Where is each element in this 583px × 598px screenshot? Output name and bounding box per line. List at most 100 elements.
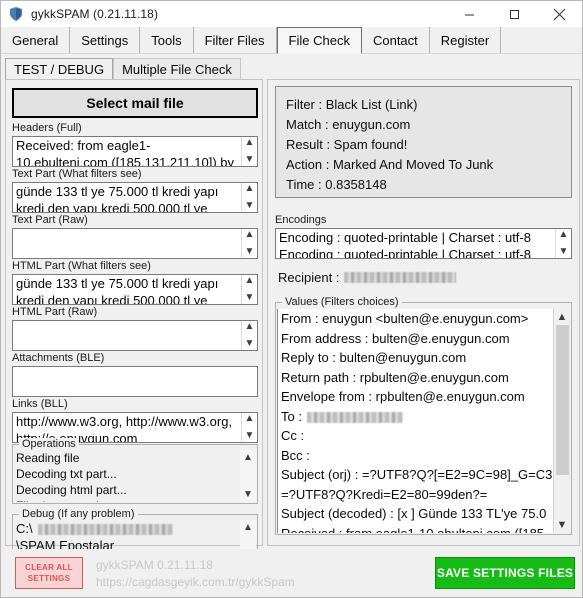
tab-filter-files-label: Filter Files xyxy=(204,32,265,48)
minimize-icon[interactable] xyxy=(447,1,492,27)
title-bar: gykkSPAM (0.21.11.18) xyxy=(1,1,582,27)
save-settings-files-button[interactable]: SAVE SETTINGS FILES xyxy=(435,557,575,589)
values-line: Return path : rpbulten@e.enuygun.com xyxy=(281,369,509,385)
scroll-down-icon[interactable]: ▼ xyxy=(245,339,255,349)
tab-contact[interactable]: Contact xyxy=(362,27,430,53)
clear-all-settings-button[interactable]: CLEAR ALL SETTINGS xyxy=(15,557,83,589)
scroll-up-icon[interactable]: ▲ xyxy=(245,184,255,194)
scroll-down-icon[interactable]: ▼ xyxy=(245,431,255,441)
encodings-field: Encodings Encoding : quoted-printable | … xyxy=(275,214,572,259)
select-mail-file-button[interactable]: Select mail file xyxy=(12,88,258,118)
tab-filter-files[interactable]: Filter Files xyxy=(194,27,277,53)
scroll-down-icon[interactable]: ▼ xyxy=(559,247,569,257)
field-text-part-raw-box[interactable]: ▲ ▼ xyxy=(12,228,258,259)
field-headers-full-box[interactable]: Received: from eagle1- 10.ebulteni.com (… xyxy=(12,136,258,167)
tab-tools-label: Tools xyxy=(151,32,182,48)
tab-general[interactable]: General xyxy=(1,27,71,53)
close-icon[interactable] xyxy=(537,1,582,27)
redacted-path xyxy=(37,524,173,536)
field-text-part-raw-scrollbar[interactable]: ▲ ▼ xyxy=(241,229,257,258)
field-attachments-ble-label: Attachments (BLE) xyxy=(12,352,105,364)
tab-strip-filler xyxy=(501,27,582,53)
encodings-text: Encoding : quoted-printable | Charset : … xyxy=(279,230,531,259)
field-text-part-filters-scrollbar[interactable]: ▲ ▼ xyxy=(241,183,257,212)
result-filter: Filter : Black List (Link) xyxy=(286,97,418,112)
scroll-down-icon[interactable]: ▼ xyxy=(245,155,255,165)
field-html-part-raw-box[interactable]: ▲ ▼ xyxy=(12,320,258,351)
debug-legend: Debug (If any problem) xyxy=(19,508,138,520)
tab-general-label: General xyxy=(12,32,59,48)
scroll-up-icon[interactable]: ▲ xyxy=(243,452,253,463)
field-html-part-filters-label: HTML Part (What filters see) xyxy=(12,260,151,272)
field-links-bll-scrollbar[interactable]: ▲ ▼ xyxy=(241,413,257,442)
field-headers-full: Headers (Full) Received: from eagle1- 10… xyxy=(12,122,258,167)
scroll-up-icon[interactable]: ▲ xyxy=(245,414,255,424)
field-html-part-filters-text: günde 133 tl ye 75.000 tl kredi yapı kre… xyxy=(16,276,219,305)
scroll-down-icon[interactable]: ▼ xyxy=(245,293,255,303)
window-controls xyxy=(447,1,582,27)
subtab-test-debug[interactable]: TEST / DEBUG xyxy=(5,58,114,80)
operations-list[interactable]: Reading file Decoding txt part... Decodi… xyxy=(14,450,239,502)
values-scroll-thumb[interactable] xyxy=(556,325,569,475)
scroll-up-icon[interactable]: ▲ xyxy=(559,230,569,240)
field-headers-full-text: Received: from eagle1- 10.ebulteni.com (… xyxy=(16,138,235,167)
scroll-down-icon[interactable]: ▼ xyxy=(557,519,568,531)
values-legend: Values (Filters choices) xyxy=(282,296,402,308)
subtab-test-debug-label: TEST / DEBUG xyxy=(14,61,105,77)
values-line-to: To : xyxy=(278,407,555,427)
field-html-part-raw-scrollbar[interactable]: ▲ ▼ xyxy=(241,321,257,350)
select-mail-file-label: Select mail file xyxy=(86,95,184,111)
encodings-box[interactable]: Encoding : quoted-printable | Charset : … xyxy=(275,228,572,259)
brand-info: gykkSPAM 0.21.11.18 https://cagdasgeyik.… xyxy=(96,557,295,591)
operations-legend: Operations xyxy=(19,438,79,450)
sub-tab-strip: TEST / DEBUG Multiple File Check xyxy=(5,58,580,80)
operations-line: Decoding txt part... xyxy=(16,467,117,481)
result-match: Match : enuygun.com xyxy=(286,117,411,132)
field-html-part-filters: HTML Part (What filters see) günde 133 t… xyxy=(12,260,258,305)
values-line: Subject (orj) : =?UTF8?Q?[=E2=9C=98]_G=C… xyxy=(281,467,555,482)
result-action: Action : Marked And Moved To Junk xyxy=(286,157,494,172)
values-group: Values (Filters choices) From : enuygun … xyxy=(275,296,572,535)
tab-register-label: Register xyxy=(440,32,490,48)
field-text-part-filters-box[interactable]: günde 133 tl ye 75.000 tl kredi yapı kre… xyxy=(12,182,258,213)
scroll-up-icon[interactable]: ▲ xyxy=(245,230,255,240)
right-panel: Filter : Black List (Link) Match : enuyg… xyxy=(267,79,580,546)
scroll-up-icon[interactable]: ▲ xyxy=(245,276,255,286)
scroll-up-icon[interactable]: ▲ xyxy=(245,322,255,332)
operations-line: Reading file xyxy=(16,451,80,465)
encodings-scrollbar[interactable]: ▲ ▼ xyxy=(555,229,571,258)
tab-tools[interactable]: Tools xyxy=(140,27,194,53)
tab-contact-label: Contact xyxy=(372,32,418,48)
scroll-up-icon[interactable]: ▲ xyxy=(245,138,255,148)
field-html-part-filters-box[interactable]: günde 133 tl ye 75.000 tl kredi yapı kre… xyxy=(12,274,258,305)
tab-settings[interactable]: Settings xyxy=(70,27,141,53)
operations-line: Filtering started xyxy=(14,498,239,502)
app-window: gykkSPAM (0.21.11.18) General Settings T… xyxy=(0,0,583,598)
result-status: Result : Spam found! xyxy=(286,137,408,152)
field-text-part-filters-label: Text Part (What filters see) xyxy=(12,168,142,180)
values-line: Received : from eagle1-10.ebulteni.com (… xyxy=(281,525,548,534)
values-scrollbar[interactable]: ▲ ▼ xyxy=(553,309,570,533)
field-headers-full-scrollbar[interactable]: ▲ ▼ xyxy=(241,137,257,166)
operations-scrollbar[interactable]: ▲ ▼ xyxy=(240,450,256,502)
values-line: =?UTF8?Q?Kredi=E2=80=99den?= xyxy=(281,486,488,502)
tab-file-check[interactable]: File Check xyxy=(276,27,362,54)
scroll-up-icon[interactable]: ▲ xyxy=(243,522,253,533)
field-attachments-ble-box[interactable] xyxy=(12,366,258,397)
values-list[interactable]: From : enuygun <bulten@e.enuygun.com> Fr… xyxy=(277,309,555,533)
scroll-down-icon[interactable]: ▼ xyxy=(243,489,253,500)
tab-register[interactable]: Register xyxy=(430,27,502,53)
field-html-part-raw-label: HTML Part (Raw) xyxy=(12,306,98,318)
maximize-icon[interactable] xyxy=(492,1,537,27)
tab-settings-label: Settings xyxy=(81,32,129,48)
save-settings-files-label: SAVE SETTINGS FILES xyxy=(436,566,574,580)
recipient-value-redacted xyxy=(344,272,457,283)
subtab-multiple-file-check-label: Multiple File Check xyxy=(122,62,232,77)
field-html-part-filters-scrollbar[interactable]: ▲ ▼ xyxy=(241,275,257,304)
subtab-multiple-file-check[interactable]: Multiple File Check xyxy=(113,58,241,80)
field-html-part-raw: HTML Part (Raw) ▲ ▼ xyxy=(12,306,258,351)
brand-url: https://cagdasgeyik.com.tr/gykkSpam xyxy=(96,575,295,589)
scroll-down-icon[interactable]: ▼ xyxy=(245,247,255,257)
scroll-up-icon[interactable]: ▲ xyxy=(557,311,568,323)
scroll-down-icon[interactable]: ▼ xyxy=(245,201,255,211)
